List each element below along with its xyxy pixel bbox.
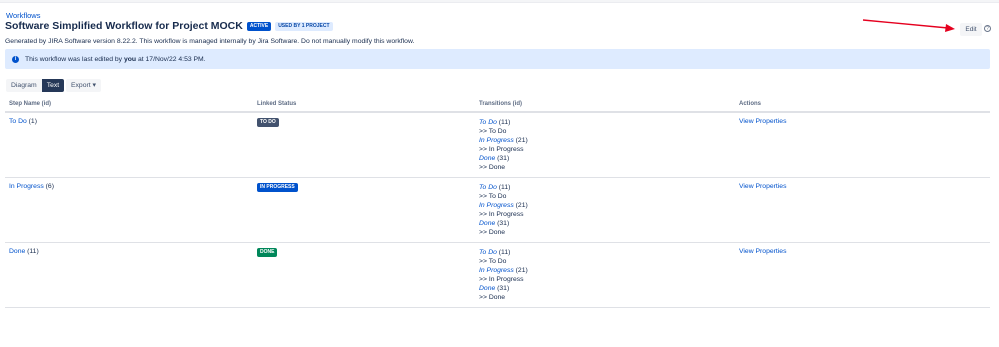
status-badge: TO DO	[257, 118, 279, 127]
transition-link[interactable]: To Do	[479, 249, 497, 256]
header-status: Linked Status	[253, 97, 475, 113]
info-icon: i	[12, 55, 19, 63]
transition-link[interactable]: In Progress	[479, 267, 514, 274]
status-cell: TO DO	[253, 112, 475, 178]
transitions-cell: To Do (11) >> To Do In Progress (21) >> In …	[475, 177, 735, 243]
transition-link[interactable]: In Progress	[479, 137, 514, 144]
title-row: Software Simplified Workflow for Project…	[5, 20, 333, 32]
transition-item: Done (31)	[479, 285, 510, 292]
transition-item: To Do (11)	[479, 184, 511, 191]
transition-target: >> Done	[479, 294, 506, 301]
transition-target: >> To Do	[479, 258, 507, 265]
transition-link[interactable]: To Do	[479, 184, 497, 191]
transition-link[interactable]: Done	[479, 155, 495, 162]
table-row: In Progress (6) IN PROGRESS To Do (11) >> T…	[5, 177, 990, 243]
status-badge: DONE	[257, 248, 278, 257]
step-name-link[interactable]: In Progress	[9, 183, 44, 190]
active-badge: ACTIVE	[246, 21, 272, 31]
transition-link[interactable]: Done	[479, 220, 495, 227]
diagram-tab[interactable]: Diagram	[6, 79, 42, 92]
transition-item: In Progress (21)	[479, 267, 528, 274]
annotation-arrow	[862, 19, 955, 32]
breadcrumb-workflows[interactable]: Workflows	[6, 11, 40, 20]
actions-cell: View Properties	[735, 112, 990, 178]
status-cell: IN PROGRESS	[253, 177, 475, 243]
transition-item: To Do (11)	[479, 119, 511, 126]
header-actions: Actions	[735, 97, 990, 113]
step-name-link[interactable]: To Do	[9, 118, 27, 125]
actions-cell: View Properties	[735, 177, 990, 243]
transition-target: >> Done	[479, 164, 506, 171]
transition-target: >> In Progress	[479, 276, 524, 283]
transition-item: To Do (11)	[479, 249, 511, 256]
step-id: (6)	[43, 183, 54, 190]
table-row: Done (11) DONE To Do (11) >> To Do In Progre…	[5, 242, 990, 308]
transition-target: >> To Do	[479, 128, 507, 135]
page-title: Software Simplified Workflow for Project…	[5, 20, 243, 32]
step-cell: To Do (1)	[5, 112, 253, 178]
transition-link[interactable]: Done	[479, 285, 495, 292]
top-bar	[0, 0, 999, 3]
last-edited-text: This workflow was last edited by you at …	[25, 55, 206, 63]
transition-item: In Progress (21)	[479, 202, 528, 209]
view-properties-link[interactable]: View Properties	[739, 118, 786, 125]
header-transitions: Transitions (id)	[475, 97, 735, 113]
transition-link[interactable]: To Do	[479, 119, 497, 126]
step-name-link[interactable]: Done	[9, 248, 25, 255]
transition-target: >> In Progress	[479, 211, 524, 218]
transitions-cell: To Do (11) >> To Do In Progress (21) >> In …	[475, 112, 735, 178]
view-properties-link[interactable]: View Properties	[739, 248, 786, 255]
edit-button[interactable]: Edit	[960, 23, 982, 36]
view-properties-link[interactable]: View Properties	[739, 183, 786, 190]
info-message: i This workflow was last edited by you a…	[5, 49, 990, 69]
transition-item: In Progress (21)	[479, 137, 528, 144]
header-step: Step Name (id)	[5, 97, 253, 113]
step-cell: In Progress (6)	[5, 177, 253, 243]
transition-link[interactable]: In Progress	[479, 202, 514, 209]
workflow-table: Step Name (id) Linked Status Transitions…	[5, 97, 990, 308]
step-id: (1)	[26, 118, 37, 125]
step-cell: Done (11)	[5, 242, 253, 308]
transition-target: >> In Progress	[479, 146, 524, 153]
chevron-down-icon: ▾	[92, 82, 96, 89]
export-dropdown[interactable]: Export ▾	[66, 79, 101, 92]
help-icon[interactable]: ?	[984, 25, 991, 32]
table-row: To Do (1) TO DO To Do (11) >> To Do In Progr…	[5, 112, 990, 178]
view-toggle: Diagram Text	[6, 79, 65, 92]
step-id: (11)	[25, 248, 39, 255]
used-by-badge[interactable]: USED BY 1 PROJECT	[275, 21, 333, 31]
status-badge: IN PROGRESS	[257, 183, 298, 192]
transition-item: Done (31)	[479, 220, 510, 227]
transition-target: >> To Do	[479, 193, 507, 200]
generated-info-text: Generated by JIRA Software version 8.22.…	[5, 38, 415, 45]
actions-cell: View Properties	[735, 242, 990, 308]
transition-target: >> Done	[479, 229, 506, 236]
text-tab[interactable]: Text	[41, 79, 65, 92]
transitions-cell: To Do (11) >> To Do In Progress (21) >> In …	[475, 242, 735, 308]
transition-item: Done (31)	[479, 155, 510, 162]
status-cell: DONE	[253, 242, 475, 308]
